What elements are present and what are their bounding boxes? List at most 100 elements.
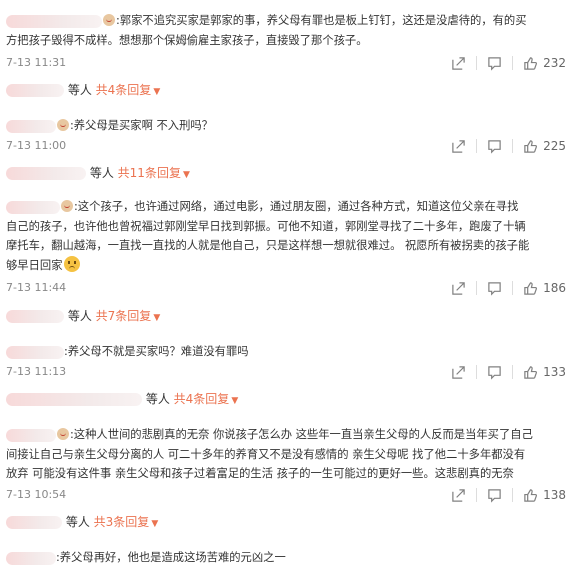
username-blurred[interactable]: [6, 345, 64, 359]
comment-text: :养父母不就是买家吗？难道没有罪吗: [6, 342, 566, 362]
divider: [512, 56, 514, 70]
caret-down-icon: ▼: [151, 519, 159, 529]
share-icon: [452, 488, 465, 502]
like-count: 138: [543, 488, 566, 502]
like-icon: [524, 56, 538, 70]
share-button[interactable]: [451, 56, 466, 71]
comment-line: :这种人世间的悲剧真的无奈 你说孩子怎么办 这些年一直当亲生父母的人反而是当年买…: [70, 428, 533, 441]
comment-button[interactable]: [487, 56, 502, 71]
like-button[interactable]: 186: [523, 278, 566, 298]
user-badge-icon: [57, 428, 69, 440]
comment-time: 7-13 11:31: [6, 56, 67, 69]
divider: [476, 488, 478, 502]
replies-summary[interactable]: 等人 共4条回复 ▼: [6, 389, 238, 409]
comment-text: :这种人世间的悲剧真的无奈 你说孩子怎么办 这些年一直当亲生父母的人反而是当年买…: [6, 425, 566, 484]
comment-actions: 225: [451, 136, 566, 156]
replies-summary[interactable]: 等人 共3条回复 ▼: [6, 512, 158, 532]
comment-time: 7-13 11:13: [6, 365, 67, 378]
comment-icon: [488, 139, 501, 154]
replies-summary[interactable]: 等人 共7条回复 ▼: [6, 306, 160, 326]
comment-text: :郭家不追究买家是郭家的事，养父母有罪也是板上钉钉，这还是没虐待的，有的买 方把…: [6, 11, 566, 50]
replies-count-link[interactable]: 共4条回复: [174, 392, 230, 406]
replies-summary[interactable]: 等人 共11条回复 ▼: [6, 163, 190, 183]
comment-button[interactable]: [487, 488, 502, 503]
comment-time: 7-13 11:44: [6, 281, 67, 294]
comment-icon: [488, 488, 501, 503]
divider: [476, 139, 478, 153]
comment-meta: 7-13 11:00 225: [6, 136, 566, 156]
like-count: 225: [543, 139, 566, 153]
username-blurred[interactable]: [6, 551, 56, 565]
username-blurred[interactable]: [6, 119, 56, 133]
share-button[interactable]: [451, 488, 466, 503]
comment-line: 自己的孩子，也许他也曾祝福过郭刚堂早日找到郭振。可他不知道，郭刚堂寻找了二十多年…: [6, 219, 526, 233]
replier-names-blurred: [6, 84, 64, 97]
replies-prefix: 等人: [67, 83, 92, 97]
comment-actions: 232: [451, 53, 566, 73]
share-icon: [452, 139, 465, 153]
comment-meta: 7-13 11:13 133: [6, 362, 566, 382]
divider: [476, 281, 478, 295]
comment-line: 摩托车，翻山越海，一直找一直找的人就是他自己，只是这样想一想就很难过。 祝愿所有…: [6, 239, 530, 252]
username-blurred[interactable]: [6, 14, 102, 28]
divider: [476, 365, 478, 379]
comment-actions: 138: [451, 485, 566, 505]
like-button[interactable]: 133: [523, 362, 566, 382]
caret-down-icon: ▼: [153, 313, 161, 323]
replies-summary[interactable]: 等人 共4条回复 ▼: [6, 80, 160, 100]
comment-line: 方把孩子毁得不成样。想想那个保姆偷雇主家孩子，直接毁了那个孩子。: [6, 33, 368, 47]
replies-prefix: 等人: [89, 166, 114, 180]
like-icon: [524, 365, 538, 379]
like-button[interactable]: 232: [523, 53, 566, 73]
share-button[interactable]: [451, 365, 466, 380]
like-icon: [524, 281, 538, 295]
divider: [476, 56, 478, 70]
comment-text: :养父母再好，他也是造成这场苦难的元凶之一: [6, 548, 566, 568]
like-count: 133: [543, 365, 566, 379]
replier-names-blurred: [6, 310, 64, 323]
divider: [512, 365, 514, 379]
share-button[interactable]: [451, 139, 466, 154]
like-button[interactable]: 225: [523, 136, 566, 156]
caret-down-icon: ▼: [182, 170, 190, 180]
like-icon: [524, 139, 538, 153]
comment-line: :郭家不追究买家是郭家的事，养父母有罪也是板上钉钉，这还是没虐待的，有的买: [116, 14, 527, 27]
comment-button[interactable]: [487, 365, 502, 380]
comment-meta: 7-13 10:54 138: [6, 485, 566, 505]
comment-feed: :郭家不追究买家是郭家的事，养父母有罪也是板上钉钉，这还是没虐待的，有的买 方把…: [0, 0, 572, 571]
divider: [512, 488, 514, 502]
sad-face-emoji: [63, 255, 80, 272]
like-count: 232: [543, 56, 566, 70]
replies-count-link[interactable]: 共7条回复: [96, 309, 152, 323]
user-badge-icon: [61, 200, 73, 212]
replier-names-blurred: [6, 393, 142, 406]
comment-line: :这个孩子，也许通过网络，通过电影，通过朋友圈，通过各种方式，知道这位父亲在寻找: [74, 200, 519, 213]
share-button[interactable]: [451, 281, 466, 296]
divider: [512, 139, 514, 153]
replies-prefix: 等人: [145, 392, 170, 406]
comment-meta: 7-13 11:44 186: [6, 278, 566, 298]
user-badge-icon: [57, 119, 69, 131]
username-blurred[interactable]: [6, 200, 60, 214]
share-icon: [452, 365, 465, 379]
comment-actions: 186: [451, 278, 566, 298]
comment-line: :养父母再好，他也是造成这场苦难的元凶之一: [56, 551, 286, 564]
replies-prefix: 等人: [65, 515, 90, 529]
comment-button[interactable]: [487, 281, 502, 296]
comment-icon: [488, 281, 501, 296]
comment-time: 7-13 11:00: [6, 139, 67, 152]
comment-time: 7-13 10:54: [6, 488, 67, 501]
caret-down-icon: ▼: [153, 87, 161, 97]
username-blurred[interactable]: [6, 428, 56, 442]
comment-text: :养父母是买家啊 不入刑吗？: [6, 116, 566, 136]
share-icon: [452, 56, 465, 70]
comment-line: 够早日回家: [6, 258, 63, 272]
replies-count-link[interactable]: 共4条回复: [96, 83, 152, 97]
replies-count-link[interactable]: 共11条回复: [118, 166, 181, 180]
comment-icon: [488, 56, 501, 71]
replier-names-blurred: [6, 516, 62, 529]
replies-count-link[interactable]: 共3条回复: [94, 515, 150, 529]
comment-button[interactable]: [487, 139, 502, 154]
user-badge-icon: [103, 14, 115, 26]
like-button[interactable]: 138: [523, 485, 566, 505]
